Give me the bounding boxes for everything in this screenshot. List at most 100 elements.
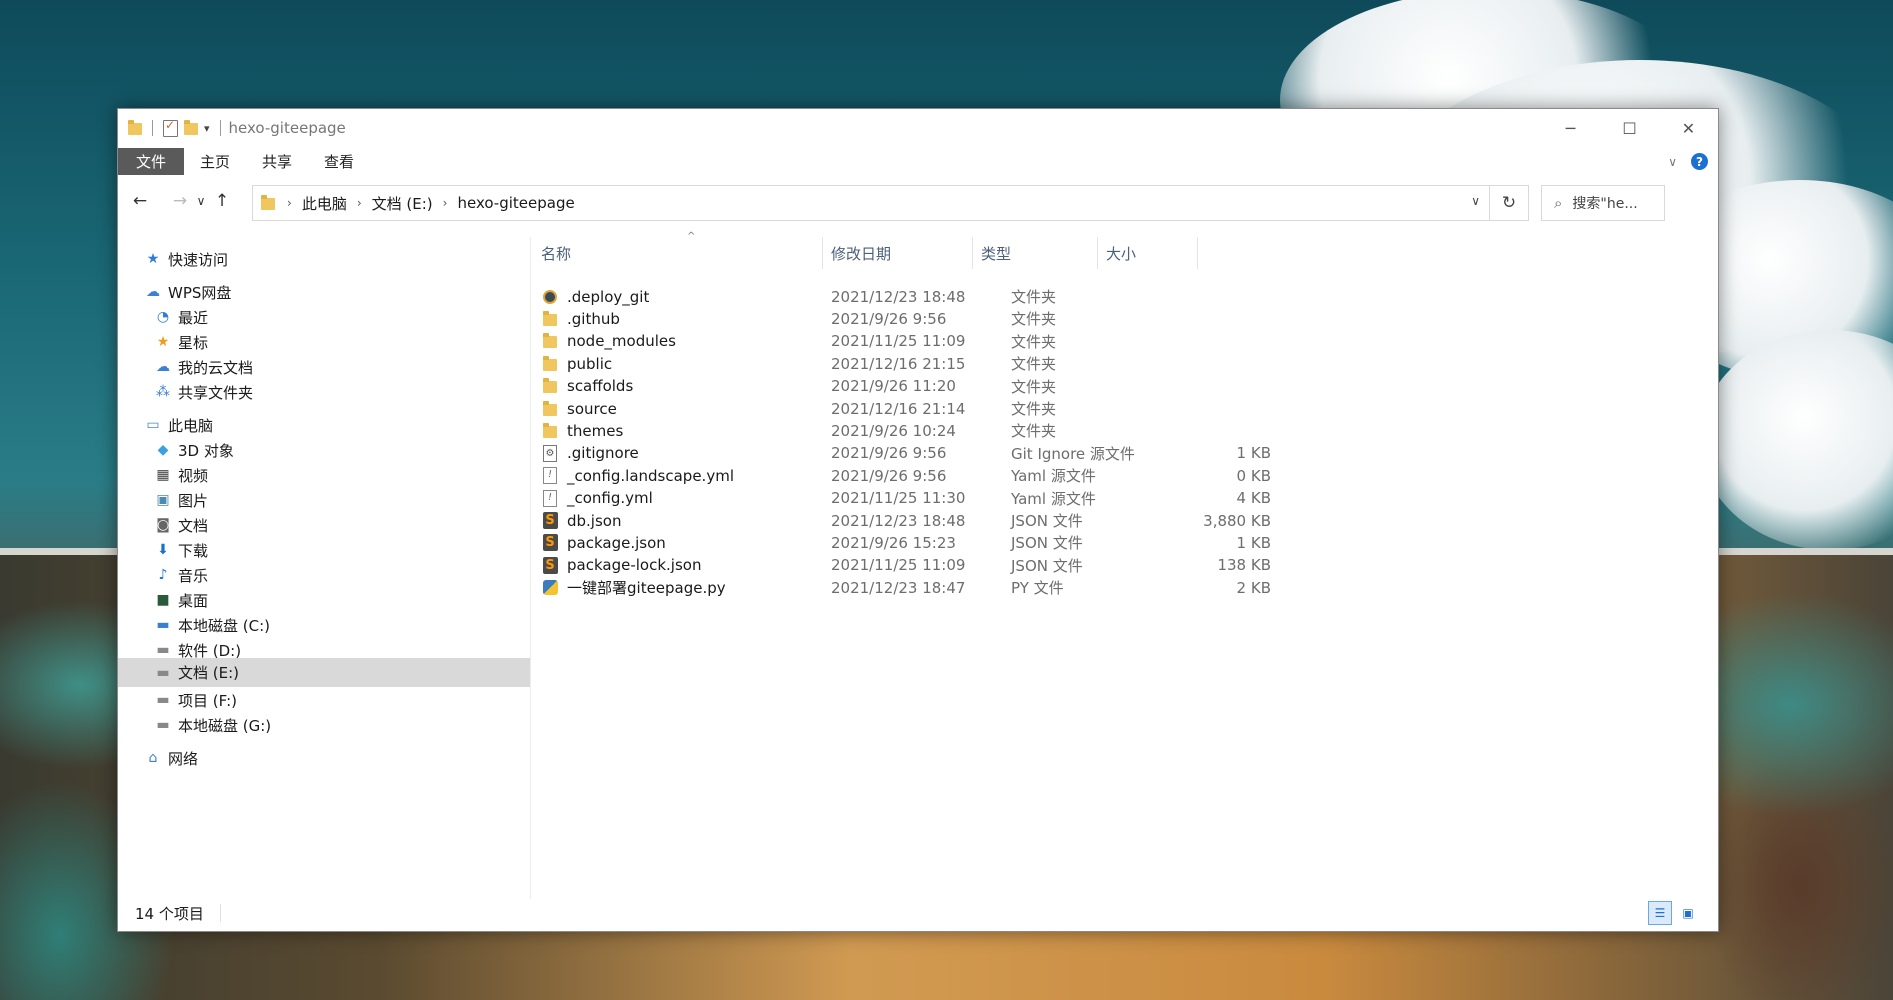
settings-file-icon: ⚙ xyxy=(541,444,559,462)
folder-icon xyxy=(541,355,559,373)
refresh-button[interactable]: ↻ xyxy=(1489,186,1528,220)
network-icon: ⌂ xyxy=(148,750,158,766)
navigation-bar: ← → ∨ ↑ › 此电脑 › 文档 (E:) › hexo-giteepage… xyxy=(118,181,1718,221)
tab-view[interactable]: 查看 xyxy=(308,148,370,175)
download-icon: ⬇ xyxy=(157,542,169,558)
file-name: public xyxy=(567,354,613,373)
breadcrumb-this-pc[interactable]: 此电脑 xyxy=(302,193,347,214)
sidebar-item-documents[interactable]: ◙ 文档 xyxy=(154,511,208,539)
sidebar-item-shared-folder[interactable]: ⁂ 共享文件夹 xyxy=(154,378,253,406)
yaml-file-icon: ! xyxy=(541,467,559,485)
tab-home[interactable]: 主页 xyxy=(184,148,246,175)
sidebar-item-drive-e[interactable]: ▬ 文档 (E:) xyxy=(118,658,530,687)
sidebar-item-pictures[interactable]: ▣ 图片 xyxy=(154,486,208,514)
sidebar-item-network[interactable]: ⌂ 网络 xyxy=(144,744,198,772)
sidebar-item-label: 文档 (E:) xyxy=(178,664,240,682)
properties-icon[interactable] xyxy=(163,118,178,137)
address-bar[interactable]: › 此电脑 › 文档 (E:) › hexo-giteepage ∨ ↻ xyxy=(252,185,1529,221)
forward-button[interactable]: → xyxy=(166,191,194,211)
cloud-icon: ☁ xyxy=(156,359,170,375)
clock-icon: ◔ xyxy=(156,309,170,325)
chevron-right-icon[interactable]: › xyxy=(287,196,292,210)
pane-divider[interactable] xyxy=(530,237,531,899)
picture-icon: ▣ xyxy=(156,492,170,508)
breadcrumb-drive-e[interactable]: 文档 (E:) xyxy=(372,193,433,214)
sidebar-item-wps-drive[interactable]: ☁ WPS网盘 xyxy=(144,278,231,306)
sidebar-item-drive-c[interactable]: ▬ 本地磁盘 (C:) xyxy=(154,611,270,639)
title-bar: ▾ hexo-giteepage ─ ☐ ✕ xyxy=(118,109,1718,147)
up-button[interactable]: ↑ xyxy=(208,191,236,211)
sublime-file-icon: S xyxy=(541,512,559,530)
sublime-file-icon: S xyxy=(541,534,559,552)
cube-icon: ◆ xyxy=(157,442,169,458)
sidebar-item-label: 本地磁盘 (G:) xyxy=(178,716,272,735)
sidebar-item-label: WPS网盘 xyxy=(168,283,232,302)
sidebar-item-label: 最近 xyxy=(178,308,209,327)
customize-toolbar-icon[interactable]: ▾ xyxy=(204,122,210,135)
folder-icon xyxy=(541,310,559,328)
file-name: .gitignore xyxy=(567,444,639,463)
file-name: 一键部署giteepage.py xyxy=(567,579,726,598)
share-icon: ⁂ xyxy=(156,384,170,400)
drive-icon: ▬ xyxy=(156,642,170,658)
sidebar-item-starred[interactable]: ★ 星标 xyxy=(154,328,208,356)
sidebar-item-downloads[interactable]: ⬇ 下载 xyxy=(154,536,208,564)
tab-file[interactable]: 文件 xyxy=(118,148,185,175)
sidebar-item-label: 我的云文档 xyxy=(178,358,254,377)
minimize-button[interactable]: ─ xyxy=(1541,109,1600,147)
sidebar-item-3d-objects[interactable]: ◆ 3D 对象 xyxy=(154,436,234,464)
search-icon: ⌕ xyxy=(1554,194,1563,212)
column-header-label: 类型 xyxy=(981,244,1012,263)
sidebar-item-drive-g[interactable]: ▬ 本地磁盘 (G:) xyxy=(154,711,271,739)
new-folder-icon[interactable] xyxy=(184,120,198,135)
recent-locations-button[interactable]: ∨ xyxy=(194,194,208,208)
star-icon: ★ xyxy=(156,334,170,350)
git-folder-icon xyxy=(541,288,559,306)
close-button[interactable]: ✕ xyxy=(1659,109,1718,147)
chevron-right-icon[interactable]: › xyxy=(357,196,362,210)
sidebar-item-drive-f[interactable]: ▬ 项目 (F:) xyxy=(154,686,237,714)
back-button[interactable]: ← xyxy=(126,191,154,211)
breadcrumb-current-folder[interactable]: hexo-giteepage xyxy=(457,194,574,212)
file-explorer-window: ▾ hexo-giteepage ─ ☐ ✕ 文件 主页 共享 查看 ∨ ? ←… xyxy=(117,108,1719,932)
column-header-size[interactable]: 大小 xyxy=(1098,237,1198,269)
sidebar-item-my-cloud-docs[interactable]: ☁ 我的云文档 xyxy=(154,353,253,381)
file-name: db.json xyxy=(567,511,622,530)
python-file-icon xyxy=(541,579,559,597)
file-name: package-lock.json xyxy=(567,556,702,575)
sidebar-item-label: 项目 (F:) xyxy=(178,691,237,710)
details-view-button[interactable]: ☰ xyxy=(1648,901,1672,925)
sidebar-item-music[interactable]: ♪ 音乐 xyxy=(154,561,208,589)
tab-share[interactable]: 共享 xyxy=(246,148,308,175)
sidebar-item-quick-access[interactable]: ★ 快速访问 xyxy=(144,245,228,273)
column-header-row: ^ 名称 修改日期 类型 大小 xyxy=(533,231,1713,269)
expand-ribbon-icon[interactable]: ∨ xyxy=(1668,155,1677,169)
status-bar: 14 个项目 ☰ ▣ xyxy=(118,895,1718,931)
large-icons-view-button[interactable]: ▣ xyxy=(1676,901,1700,925)
sidebar-item-videos[interactable]: ▦ 视频 xyxy=(154,461,208,489)
help-icon[interactable]: ? xyxy=(1691,153,1708,170)
column-header-date[interactable]: 修改日期 xyxy=(823,237,973,269)
file-name: _config.landscape.yml xyxy=(567,466,734,485)
sidebar-item-recent[interactable]: ◔ 最近 xyxy=(154,303,208,331)
sidebar-item-label: 星标 xyxy=(178,333,209,352)
sidebar-item-label: 网络 xyxy=(168,749,199,768)
sidebar-item-label: 图片 xyxy=(178,491,209,510)
yaml-file-icon: ! xyxy=(541,489,559,507)
address-history-dropdown[interactable]: ∨ xyxy=(1471,194,1480,208)
sidebar-item-this-pc[interactable]: ▭ 此电脑 xyxy=(144,411,213,439)
chevron-right-icon[interactable]: › xyxy=(443,196,448,210)
column-header-type[interactable]: 类型 xyxy=(973,237,1098,269)
sidebar-item-desktop[interactable]: ■ 桌面 xyxy=(154,586,208,614)
quick-access-toolbar: ▾ xyxy=(118,118,225,137)
column-header-name[interactable]: ^ 名称 xyxy=(533,231,823,269)
search-box[interactable]: ⌕ 搜索"he... xyxy=(1541,185,1665,221)
sidebar-item-label: 3D 对象 xyxy=(178,441,234,460)
sidebar-item-label: 视频 xyxy=(178,466,209,485)
file-name: node_modules xyxy=(567,332,676,351)
maximize-button[interactable]: ☐ xyxy=(1600,109,1659,147)
column-header-label: 名称 xyxy=(541,244,572,263)
window-title: hexo-giteepage xyxy=(228,119,346,137)
file-row[interactable]: 一键部署giteepage.py 2021/12/23 18:47 PY 文件 2 K… xyxy=(533,574,1303,601)
column-header-label: 修改日期 xyxy=(831,244,892,263)
